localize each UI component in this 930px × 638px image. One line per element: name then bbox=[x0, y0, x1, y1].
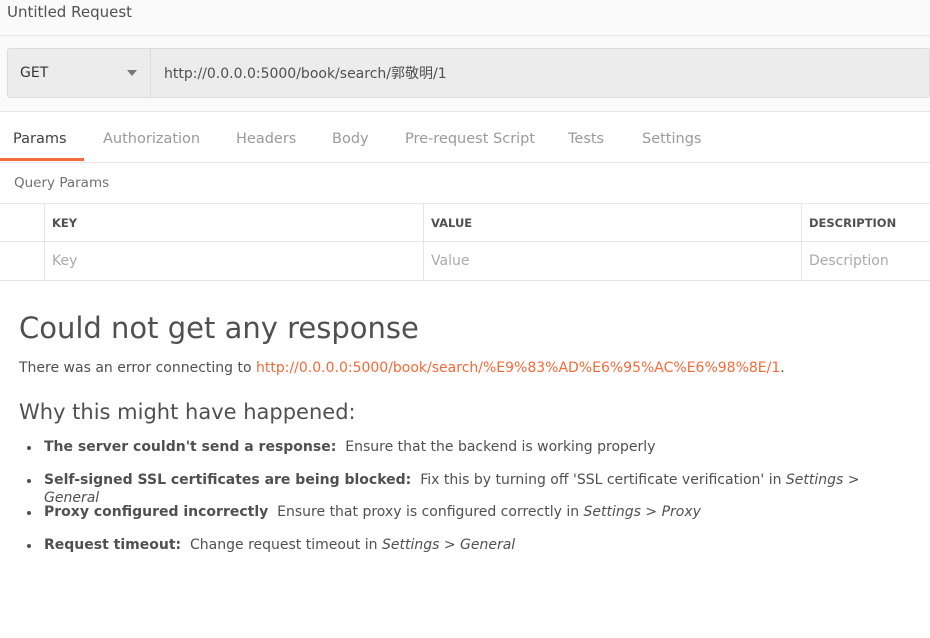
reason-title: Proxy configured incorrectly bbox=[44, 504, 269, 520]
why-heading: Why this might have happened: bbox=[19, 400, 356, 424]
error-prefix: There was an error connecting to bbox=[19, 360, 256, 376]
key-input[interactable]: Key bbox=[44, 242, 423, 280]
tab-settings[interactable]: Settings bbox=[642, 131, 701, 147]
description-input[interactable]: Description bbox=[801, 242, 930, 280]
reason-text: Fix this by turning off 'SSL certificate… bbox=[420, 471, 786, 488]
url-input[interactable]: http://0.0.0.0:5000/book/search/郭敬明/1 bbox=[151, 49, 929, 97]
list-item: Proxy configured incorrectly Ensure that… bbox=[19, 503, 919, 536]
reason-path: Settings > Proxy bbox=[583, 504, 701, 520]
reason-text: Change request timeout in bbox=[190, 536, 382, 553]
reason-title: Self-signed SSL certificates are being b… bbox=[44, 471, 412, 488]
tab-authorization[interactable]: Authorization bbox=[103, 131, 200, 147]
response-panel: Could not get any response There was an … bbox=[19, 311, 919, 568]
value-input[interactable]: Value bbox=[423, 242, 801, 280]
error-url-link[interactable]: http://0.0.0.0:5000/book/search/%E9%83%A… bbox=[256, 360, 780, 376]
request-title[interactable]: Untitled Request bbox=[7, 3, 132, 21]
list-item: Request timeout: Change request timeout … bbox=[19, 536, 919, 569]
url-row: GET http://0.0.0.0:5000/book/search/郭敬明/… bbox=[0, 36, 930, 112]
reasons-list: The server couldn't send a response: Ens… bbox=[19, 438, 919, 568]
table-header: KEY VALUE DESCRIPTION bbox=[0, 204, 930, 242]
header-value: VALUE bbox=[423, 204, 801, 242]
table-row: Key Value Description bbox=[0, 242, 930, 280]
error-suffix: . bbox=[780, 360, 785, 376]
reason-path: Settings > General bbox=[381, 536, 516, 553]
method-select[interactable]: GET bbox=[8, 49, 151, 97]
url-bar: GET http://0.0.0.0:5000/book/search/郭敬明/… bbox=[7, 48, 930, 98]
chevron-down-icon bbox=[127, 70, 137, 76]
response-heading: Could not get any response bbox=[19, 311, 419, 345]
tab-pre-request-script[interactable]: Pre-request Script bbox=[405, 131, 535, 147]
active-tab-indicator bbox=[0, 158, 84, 161]
query-params-label: Query Params bbox=[14, 175, 110, 191]
reason-title: The server couldn't send a response: bbox=[44, 439, 337, 455]
request-tabs: Params Authorization Headers Body Pre-re… bbox=[0, 112, 930, 163]
query-params-table: KEY VALUE DESCRIPTION Key Value Descript… bbox=[0, 203, 930, 281]
title-bar: Untitled Request bbox=[0, 0, 930, 36]
reason-text: Ensure that proxy is configured correctl… bbox=[277, 504, 584, 520]
list-item: Self-signed SSL certificates are being b… bbox=[19, 471, 919, 506]
list-item: The server couldn't send a response: Ens… bbox=[19, 438, 919, 471]
tab-body[interactable]: Body bbox=[332, 131, 369, 147]
method-label: GET bbox=[20, 65, 49, 81]
header-description: DESCRIPTION bbox=[801, 204, 930, 242]
tab-tests[interactable]: Tests bbox=[568, 131, 604, 147]
tab-params[interactable]: Params bbox=[13, 131, 67, 147]
header-key: KEY bbox=[44, 204, 423, 242]
tab-headers[interactable]: Headers bbox=[236, 131, 296, 147]
error-message: There was an error connecting to http://… bbox=[19, 360, 919, 376]
reason-title: Request timeout: bbox=[44, 536, 182, 553]
reason-text: Ensure that the backend is working prope… bbox=[345, 439, 656, 455]
